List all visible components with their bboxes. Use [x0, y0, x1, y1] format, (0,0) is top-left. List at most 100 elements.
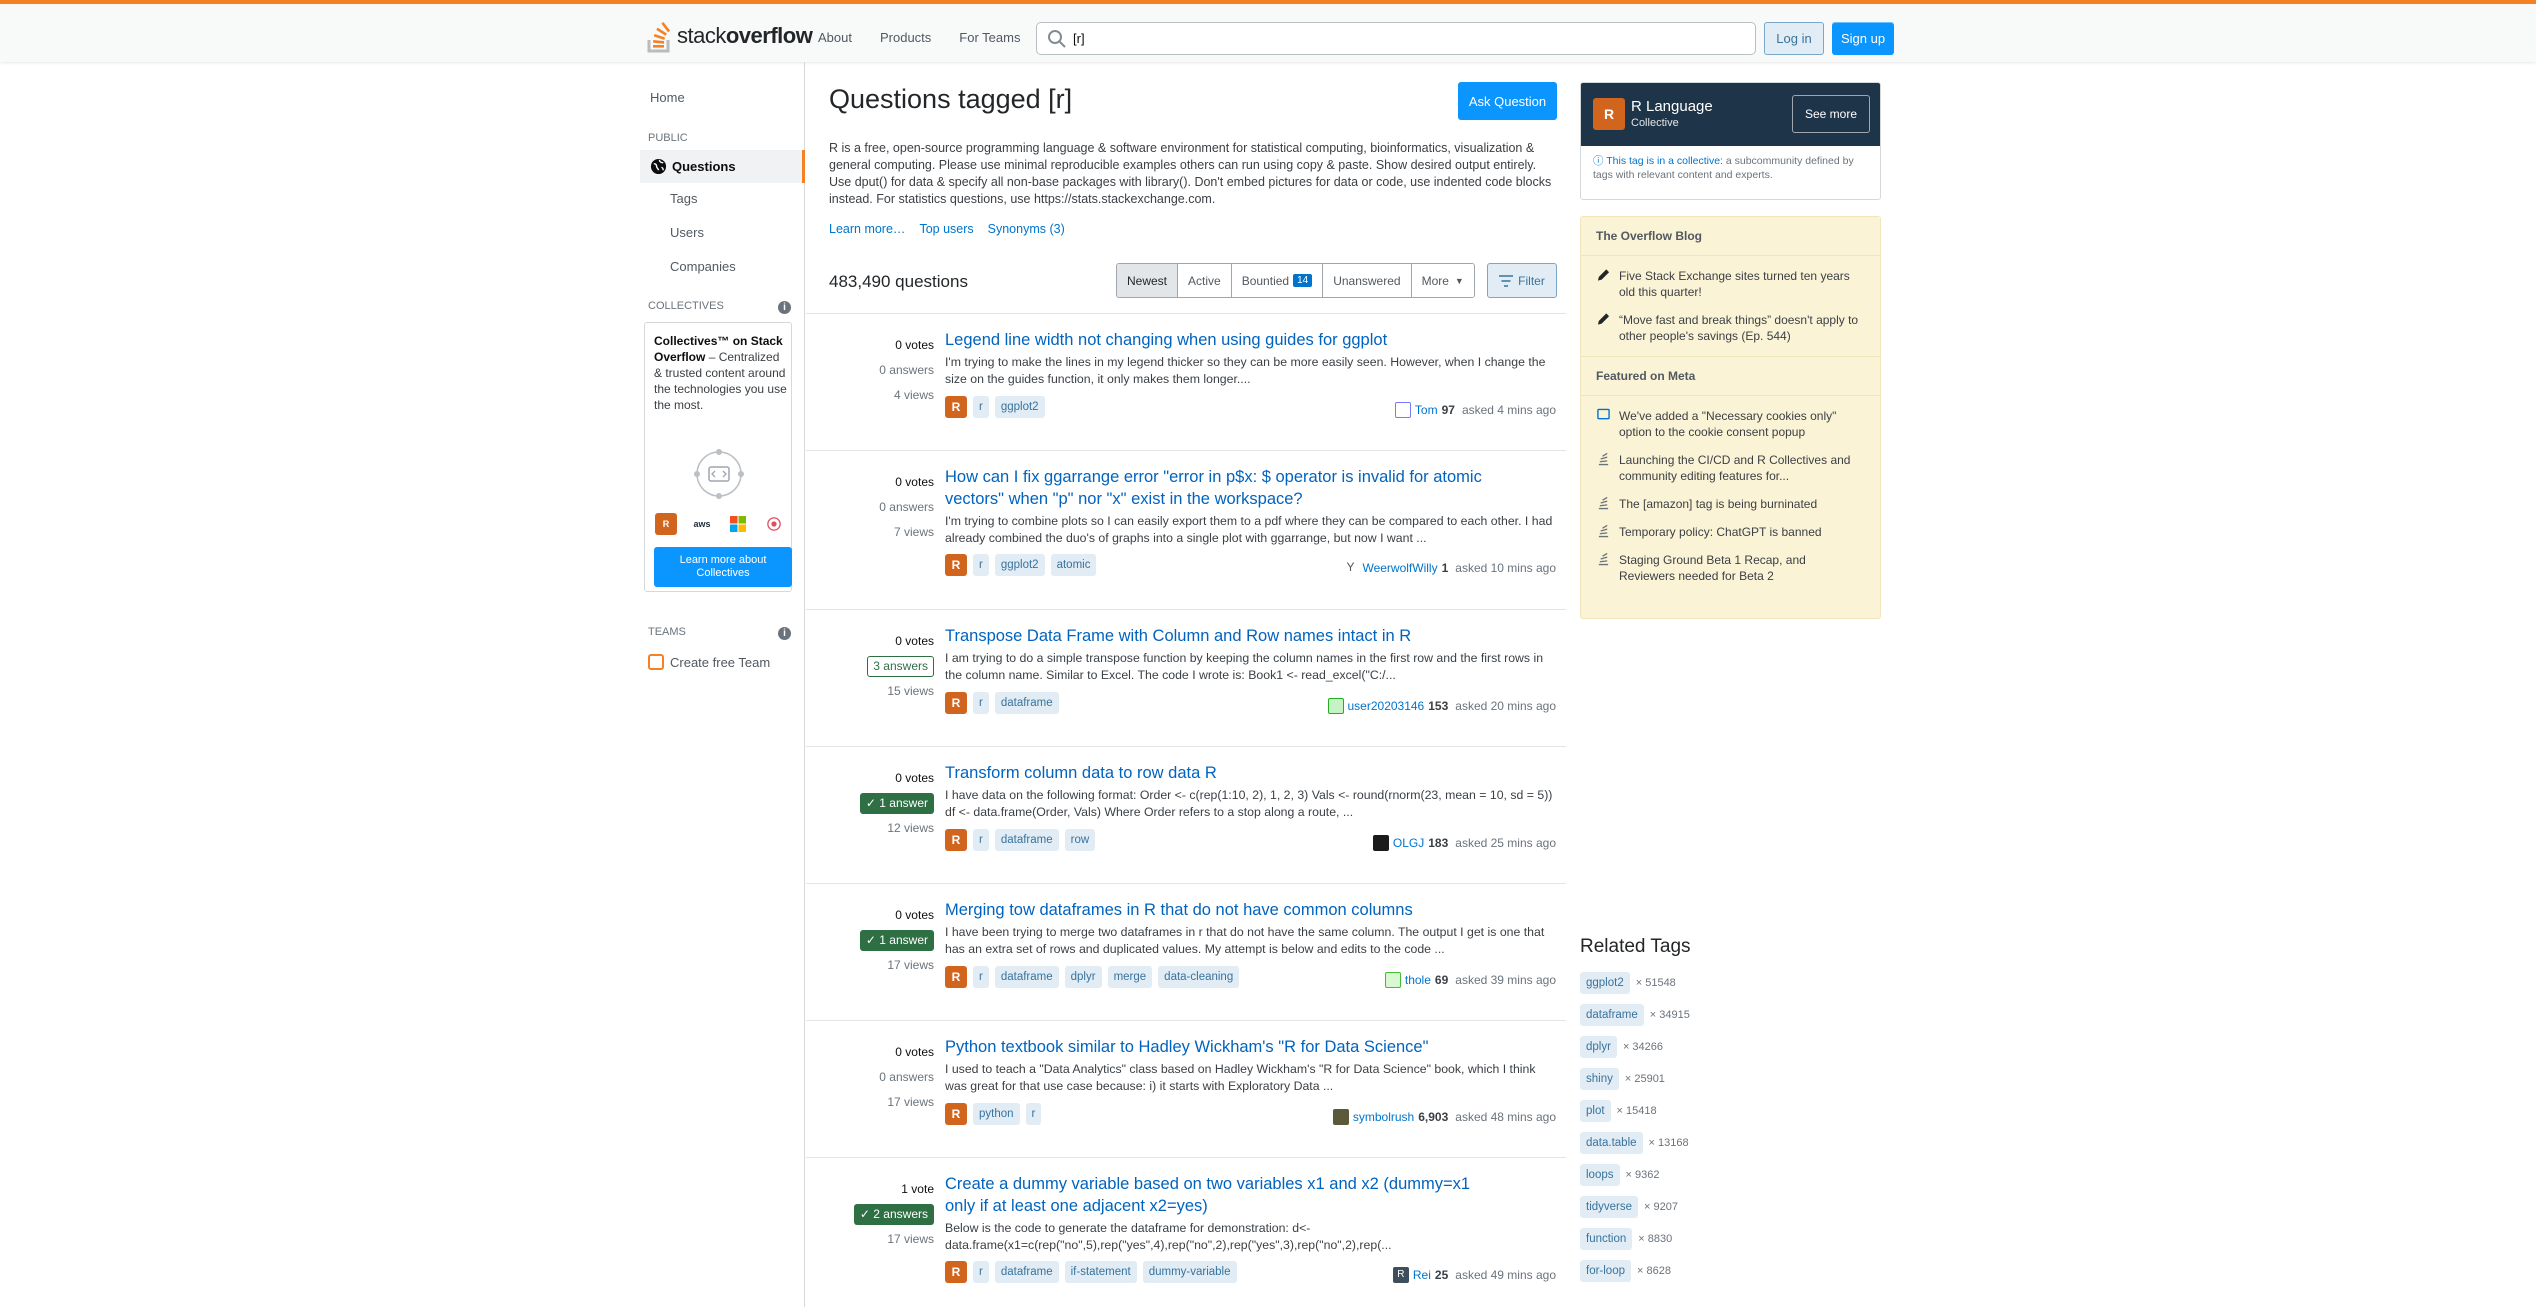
- collective-name[interactable]: R Language: [1631, 98, 1713, 115]
- tag[interactable]: ggplot2: [994, 554, 1045, 576]
- stackoverflow-logo[interactable]: stackoverflow: [646, 18, 813, 54]
- question-title[interactable]: Python textbook similar to Hadley Wickha…: [945, 1036, 1485, 1058]
- tab-bountied[interactable]: Bountied 14: [1231, 264, 1324, 297]
- tag[interactable]: r: [1025, 1103, 1042, 1125]
- tag[interactable]: atomic: [1050, 554, 1097, 576]
- avatar[interactable]: [1384, 972, 1401, 988]
- synonyms-link[interactable]: Synonyms (3): [988, 222, 1065, 236]
- avatar[interactable]: [1372, 835, 1389, 851]
- tag[interactable]: ggplot2: [994, 396, 1045, 418]
- avatar[interactable]: [1327, 698, 1344, 714]
- nav-tags[interactable]: Tags: [670, 191, 697, 206]
- question-title[interactable]: Transpose Data Frame with Column and Row…: [945, 625, 1485, 647]
- tag[interactable]: r: [973, 396, 989, 418]
- filter-button[interactable]: Filter: [1487, 263, 1557, 298]
- tag[interactable]: data-cleaning: [1158, 966, 1240, 988]
- question-title[interactable]: How can I fix ggarrange error "error in …: [945, 466, 1485, 510]
- learn-more-link[interactable]: Learn more…: [829, 222, 905, 236]
- asked-time[interactable]: asked 39 mins ago: [1455, 973, 1556, 987]
- tag[interactable]: dataframe: [994, 1261, 1059, 1283]
- tag[interactable]: r: [973, 692, 989, 714]
- user-name[interactable]: user20203146: [1348, 699, 1425, 713]
- nav-about[interactable]: About: [808, 22, 862, 53]
- tag[interactable]: r: [973, 829, 989, 851]
- tag[interactable]: dataframe: [994, 829, 1059, 851]
- tab-unanswered[interactable]: Unanswered: [1323, 264, 1412, 297]
- user-name[interactable]: symbolrush: [1353, 1110, 1414, 1124]
- avatar[interactable]: [1332, 1109, 1349, 1125]
- see-more-button[interactable]: See more: [1792, 95, 1870, 133]
- avatar[interactable]: [1394, 402, 1411, 418]
- nav-for-teams[interactable]: For Teams: [949, 22, 1030, 53]
- meta-item[interactable]: Temporary policy: ChatGPT is banned: [1581, 518, 1880, 546]
- tag[interactable]: ggplot2: [1580, 972, 1630, 994]
- asked-time[interactable]: asked 48 mins ago: [1455, 1110, 1556, 1124]
- r-collective-icon[interactable]: R: [945, 396, 967, 418]
- question-title[interactable]: Create a dummy variable based on two var…: [945, 1173, 1485, 1217]
- meta-item[interactable]: The [amazon] tag is being burninated: [1581, 490, 1880, 518]
- collectives-info-icon[interactable]: i: [778, 301, 791, 314]
- teams-info-icon[interactable]: i: [778, 627, 791, 640]
- meta-item[interactable]: Launching the CI/CD and R Collectives an…: [1581, 446, 1880, 490]
- tag[interactable]: row: [1064, 829, 1096, 851]
- r-collective-icon[interactable]: R: [945, 966, 967, 988]
- asked-time[interactable]: asked 20 mins ago: [1455, 699, 1556, 713]
- blog-item[interactable]: “Move fast and break things” doesn't app…: [1581, 306, 1880, 350]
- r-collective-icon[interactable]: R: [945, 692, 967, 714]
- tag[interactable]: plot: [1580, 1100, 1611, 1122]
- question-title[interactable]: Merging tow dataframes in R that do not …: [945, 899, 1485, 921]
- user-name[interactable]: Tom: [1415, 403, 1438, 417]
- tag[interactable]: dplyr: [1580, 1036, 1617, 1058]
- tag[interactable]: merge: [1107, 966, 1153, 988]
- tag[interactable]: r: [973, 966, 989, 988]
- tag[interactable]: tidyverse: [1580, 1196, 1639, 1218]
- tag[interactable]: dataframe: [994, 966, 1059, 988]
- learn-collectives-button[interactable]: Learn more about Collectives: [654, 547, 792, 587]
- tag[interactable]: shiny: [1580, 1068, 1619, 1090]
- tab-active[interactable]: Active: [1178, 264, 1232, 297]
- asked-time[interactable]: asked 10 mins ago: [1455, 561, 1556, 575]
- asked-time[interactable]: asked 4 mins ago: [1462, 403, 1556, 417]
- tag[interactable]: loops: [1580, 1164, 1620, 1186]
- search-input[interactable]: [1073, 31, 1733, 46]
- r-collective-icon[interactable]: R: [945, 829, 967, 851]
- tag[interactable]: for-loop: [1580, 1260, 1631, 1282]
- tag[interactable]: dataframe: [1580, 1004, 1644, 1026]
- user-name[interactable]: OLGJ: [1393, 836, 1424, 850]
- signup-button[interactable]: Sign up: [1832, 22, 1894, 55]
- tab-more[interactable]: More ▼: [1411, 264, 1474, 297]
- r-collective-icon[interactable]: R: [945, 1261, 967, 1283]
- nav-products[interactable]: Products: [870, 22, 941, 53]
- meta-item[interactable]: We've added a "Necessary cookies only" o…: [1581, 402, 1880, 446]
- tab-newest[interactable]: Newest: [1117, 264, 1179, 297]
- ask-question-button[interactable]: Ask Question: [1458, 82, 1557, 120]
- nav-users[interactable]: Users: [670, 225, 704, 240]
- nav-home[interactable]: Home: [650, 90, 685, 105]
- search-box[interactable]: [1036, 22, 1756, 55]
- asked-time[interactable]: asked 49 mins ago: [1455, 1268, 1556, 1282]
- tag[interactable]: dummy-variable: [1142, 1261, 1237, 1283]
- create-team-link[interactable]: Create free Team: [648, 654, 770, 670]
- top-users-link[interactable]: Top users: [919, 222, 973, 236]
- user-name[interactable]: thole: [1405, 973, 1431, 987]
- blog-item[interactable]: Five Stack Exchange sites turned ten yea…: [1581, 262, 1880, 306]
- r-collective-icon[interactable]: R: [945, 1103, 967, 1125]
- tag[interactable]: dplyr: [1064, 966, 1102, 988]
- nav-questions[interactable]: Questions: [640, 150, 805, 183]
- tag[interactable]: r: [973, 554, 989, 576]
- tag[interactable]: r: [973, 1261, 989, 1283]
- asked-time[interactable]: asked 25 mins ago: [1455, 836, 1556, 850]
- login-button[interactable]: Log in: [1764, 22, 1824, 55]
- avatar[interactable]: R: [1392, 1267, 1409, 1283]
- question-title[interactable]: Legend line width not changing when usin…: [945, 329, 1485, 351]
- tag[interactable]: function: [1580, 1228, 1633, 1250]
- tag[interactable]: data.table: [1580, 1132, 1643, 1154]
- nav-companies[interactable]: Companies: [670, 259, 736, 274]
- user-name[interactable]: WeerwolfWilly: [1362, 561, 1437, 575]
- user-name[interactable]: Rei: [1413, 1268, 1431, 1282]
- tag[interactable]: python: [973, 1103, 1020, 1125]
- r-collective-icon[interactable]: R: [945, 554, 967, 576]
- meta-item[interactable]: Staging Ground Beta 1 Recap, and Reviewe…: [1581, 546, 1880, 590]
- avatar[interactable]: Y: [1342, 560, 1358, 576]
- question-title[interactable]: Transform column data to row data R: [945, 762, 1485, 784]
